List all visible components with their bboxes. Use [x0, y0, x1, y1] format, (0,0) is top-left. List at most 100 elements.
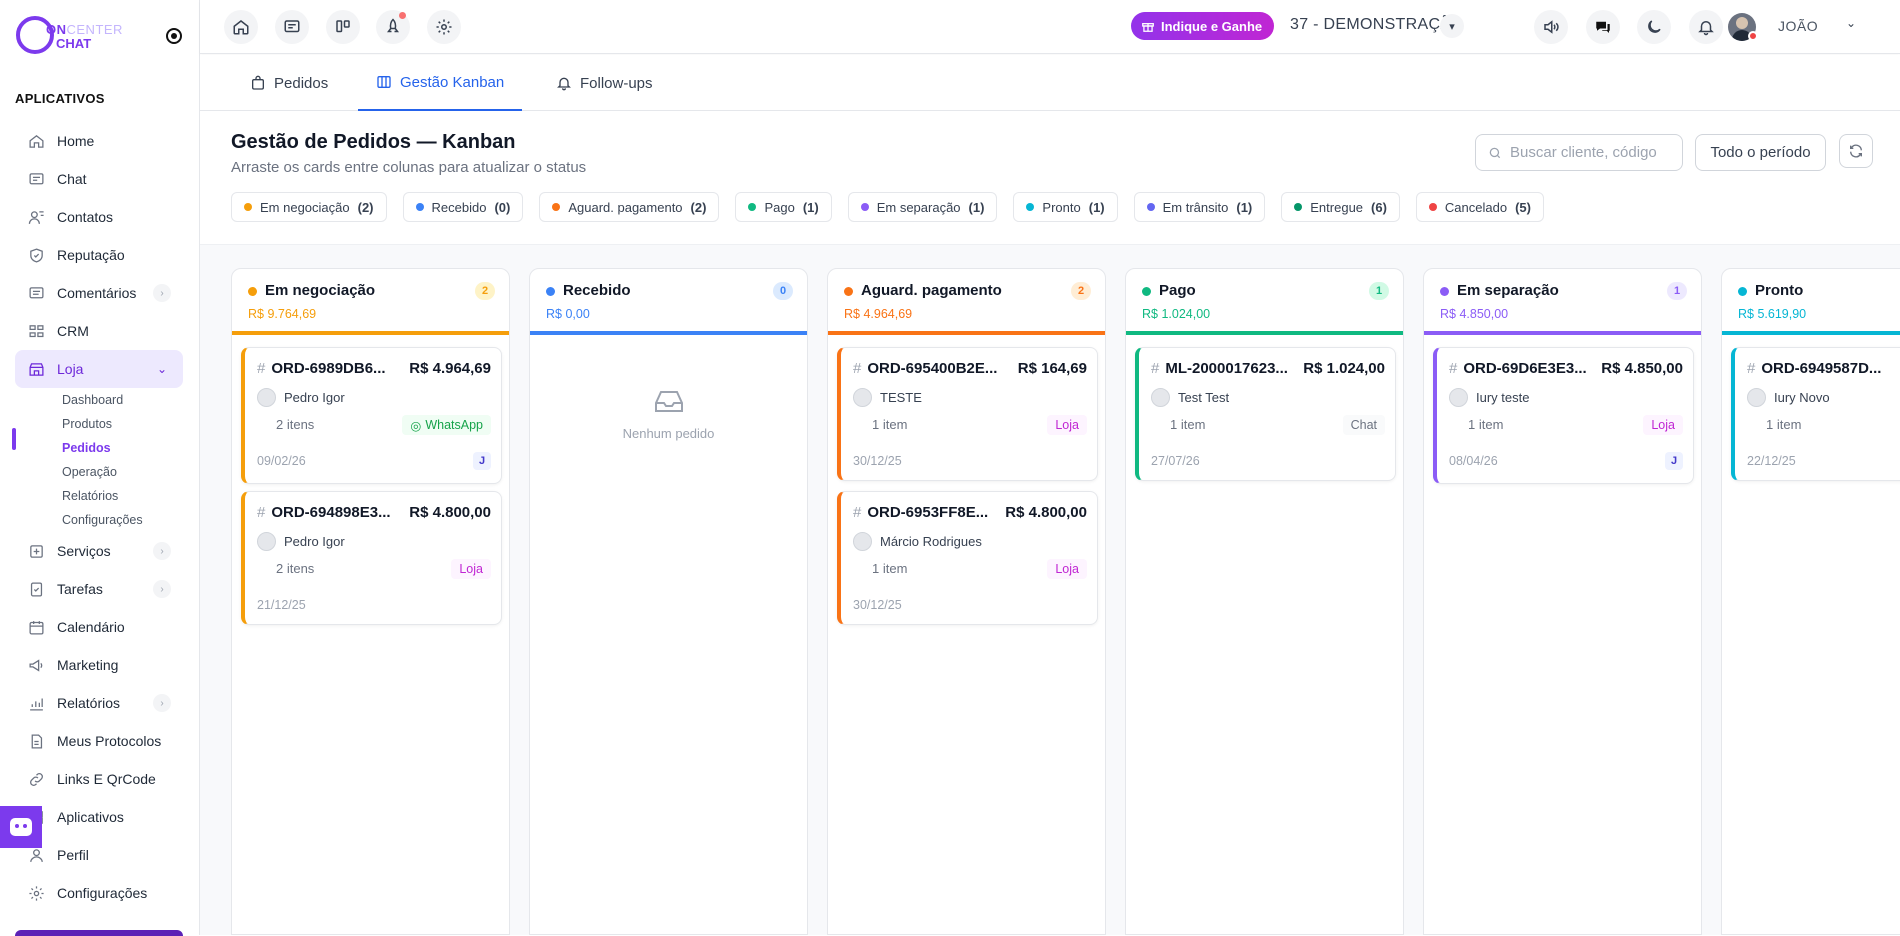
tab-follow-ups[interactable]: Follow-ups	[538, 55, 671, 111]
referral-button[interactable]: Indique e Ganhe	[1131, 12, 1275, 40]
chat-bubbles-icon-button[interactable]	[1586, 10, 1620, 44]
chip-label: Em negociação	[260, 199, 350, 215]
sidebar-item-calend-rio[interactable]: Calendário	[15, 608, 183, 646]
order-card[interactable]: # ORD-69D6E3E3... R$ 4.850,00 Iury teste 1 i…	[1433, 347, 1694, 484]
kanban-column-aguard-pagamento: Aguard. pagamento R$ 4.964,69 2 # ORD-695400…	[827, 268, 1106, 935]
home-icon-button[interactable]	[224, 10, 258, 44]
sidebar-item-home[interactable]: Home	[15, 122, 183, 160]
filter-chip-cancelado[interactable]: Cancelado (5)	[1415, 192, 1544, 222]
tab-gestao-kanban[interactable]: Gestão Kanban	[358, 55, 523, 111]
order-value: R$ 4.800,00	[1005, 504, 1087, 521]
sidebar-item-reputa-o[interactable]: Reputação	[15, 236, 183, 274]
sidebar-item-contatos[interactable]: Contatos	[15, 198, 183, 236]
chip-count: (1)	[1088, 199, 1105, 215]
sidebar-item-label: Reputação	[57, 247, 125, 263]
period-filter-button[interactable]: Todo o período	[1695, 134, 1826, 171]
sidebar-collapse-toggle[interactable]	[166, 28, 182, 44]
shield-icon	[27, 246, 45, 264]
user-menu-chevron-icon[interactable]: ⌄	[1846, 16, 1856, 30]
filter-chip-pronto[interactable]: Pronto (1)	[1013, 192, 1118, 222]
filter-chip-entregue[interactable]: Entregue (6)	[1281, 192, 1400, 222]
sidebar-item-loja[interactable]: Loja ⌄	[15, 350, 183, 388]
sidebar-item-configura-es[interactable]: Configurações	[15, 874, 183, 912]
chevron-icon[interactable]: ›	[153, 284, 171, 302]
column-header: Pago R$ 1.024,00 1	[1126, 269, 1403, 335]
submenu-item-opera-o[interactable]: Operação	[62, 460, 183, 484]
filter-chip-recebido[interactable]: Recebido (0)	[402, 192, 524, 222]
column-title: Pago	[1159, 282, 1196, 299]
chatbot-launcher-button[interactable]	[0, 806, 42, 848]
messages-icon-button[interactable]	[275, 10, 309, 44]
chevron-icon[interactable]: ›	[153, 694, 171, 712]
sidebar-item-label: Loja	[57, 361, 84, 377]
customer-avatar	[1747, 388, 1766, 407]
sidebar-item-crm[interactable]: CRM	[15, 312, 183, 350]
rocket-icon-button[interactable]	[376, 10, 410, 44]
chip-label: Em trânsito	[1162, 199, 1229, 215]
sidebar-item-label: Links E QrCode	[57, 771, 156, 787]
user-name[interactable]: JOÃO	[1778, 18, 1818, 34]
submenu-item-dashboard[interactable]: Dashboard	[62, 388, 183, 412]
order-code: ORD-6949587D...	[1761, 360, 1882, 377]
chart-icon	[27, 694, 45, 712]
order-card[interactable]: #ORD-6949587D...R$ 5.619,90Iury Novo1 it…	[1731, 347, 1900, 481]
customer-name: Test Test	[1178, 390, 1230, 405]
sidebar-item-label: Serviços	[57, 543, 111, 559]
source-badge: ◎ WhatsApp	[402, 415, 491, 435]
chevron-icon[interactable]: ›	[153, 542, 171, 560]
tab-pedidos[interactable]: Pedidos	[232, 55, 346, 111]
column-header: Em negociação R$ 9.764,69 2	[232, 269, 509, 335]
submenu-item-configura-es[interactable]: Configurações	[62, 508, 183, 532]
oncenter-chat-logo[interactable]: ONCENTER CHAT	[16, 16, 136, 58]
order-date: 30/12/25	[853, 598, 902, 612]
order-card[interactable]: # ML-2000017623... R$ 1.024,00 Test Test 1 i…	[1135, 347, 1396, 481]
chevron-down-icon[interactable]: ▾	[1440, 14, 1464, 38]
sidebar-item-marketing[interactable]: Marketing	[15, 646, 183, 684]
order-card[interactable]: # ORD-694898E3... R$ 4.800,00 Pedro Igor 2 i…	[241, 491, 502, 625]
main-content: Gestão de Pedidos — Kanban Arraste os ca…	[200, 111, 1900, 935]
sidebar-item-meus-protocolos[interactable]: Meus Protocolos	[15, 722, 183, 760]
chevron-icon[interactable]: ⌄	[153, 360, 171, 378]
settings-gear-icon-button[interactable]	[427, 10, 461, 44]
source-label: Loja	[1651, 418, 1675, 432]
dark-mode-moon-icon-button[interactable]	[1637, 10, 1671, 44]
filter-chip-em-separa-o[interactable]: Em separação (1)	[847, 192, 998, 222]
sidebar-item-servi-os[interactable]: Serviços ›	[15, 532, 183, 570]
filter-chip-pago[interactable]: Pago (1)	[735, 192, 832, 222]
order-items: 2 itens	[276, 561, 315, 576]
order-card[interactable]: # ORD-6953FF8E... R$ 4.800,00 Márcio Rodrig…	[837, 491, 1098, 625]
submenu-item-pedidos[interactable]: Pedidos	[62, 436, 183, 460]
sidebar-item-relat-rios[interactable]: Relatórios ›	[15, 684, 183, 722]
sidebar-item-coment-rios[interactable]: Comentários ›	[15, 274, 183, 312]
user-icon	[27, 846, 45, 864]
filter-chip-em-negocia-o[interactable]: Em negociação (2)	[231, 192, 387, 222]
search-box[interactable]	[1475, 134, 1683, 171]
chevron-icon[interactable]: ›	[153, 580, 171, 598]
bell-icon-button[interactable]	[1689, 10, 1723, 44]
search-input[interactable]	[1510, 144, 1670, 161]
customer-name: Márcio Rodrigues	[880, 534, 982, 549]
refresh-button[interactable]	[1839, 134, 1873, 168]
sidebar-bottom-button[interactable]	[15, 930, 183, 936]
chip-label: Pago	[764, 199, 795, 215]
order-card[interactable]: # ORD-695400B2E... R$ 164,69 TESTE 1 item Loj…	[837, 347, 1098, 481]
order-date: 27/07/26	[1151, 454, 1200, 468]
sound-icon-button[interactable]	[1534, 10, 1568, 44]
order-card[interactable]: # ORD-6989DB6... R$ 4.964,69 Pedro Igor 2 it…	[241, 347, 502, 484]
sidebar-item-label: Contatos	[57, 209, 114, 225]
kanban-icon-button[interactable]	[326, 10, 360, 44]
order-date: 08/04/26	[1449, 454, 1498, 468]
sidebar-item-chat[interactable]: Chat	[15, 160, 183, 198]
filter-chip-aguard-pagamento[interactable]: Aguard. pagamento (2)	[539, 192, 720, 222]
status-dot	[1738, 287, 1747, 296]
source-label: Chat	[1350, 418, 1377, 432]
sidebar-item-links-e-qrcode[interactable]: Links E QrCode	[15, 760, 183, 798]
source-label: WhatsApp	[425, 418, 483, 432]
account-selector[interactable]: 37 - DEMONSTRAÇÃO	[1290, 16, 1464, 34]
filter-chip-em-tr-nsito[interactable]: Em trânsito (1)	[1133, 192, 1266, 222]
sidebar-item-label: Meus Protocolos	[57, 733, 162, 749]
submenu-item-relat-rios[interactable]: Relatórios	[62, 484, 183, 508]
column-total: R$ 5.619,90	[1738, 307, 1807, 321]
submenu-item-produtos[interactable]: Produtos	[62, 412, 183, 436]
sidebar-item-tarefas[interactable]: Tarefas ›	[15, 570, 183, 608]
